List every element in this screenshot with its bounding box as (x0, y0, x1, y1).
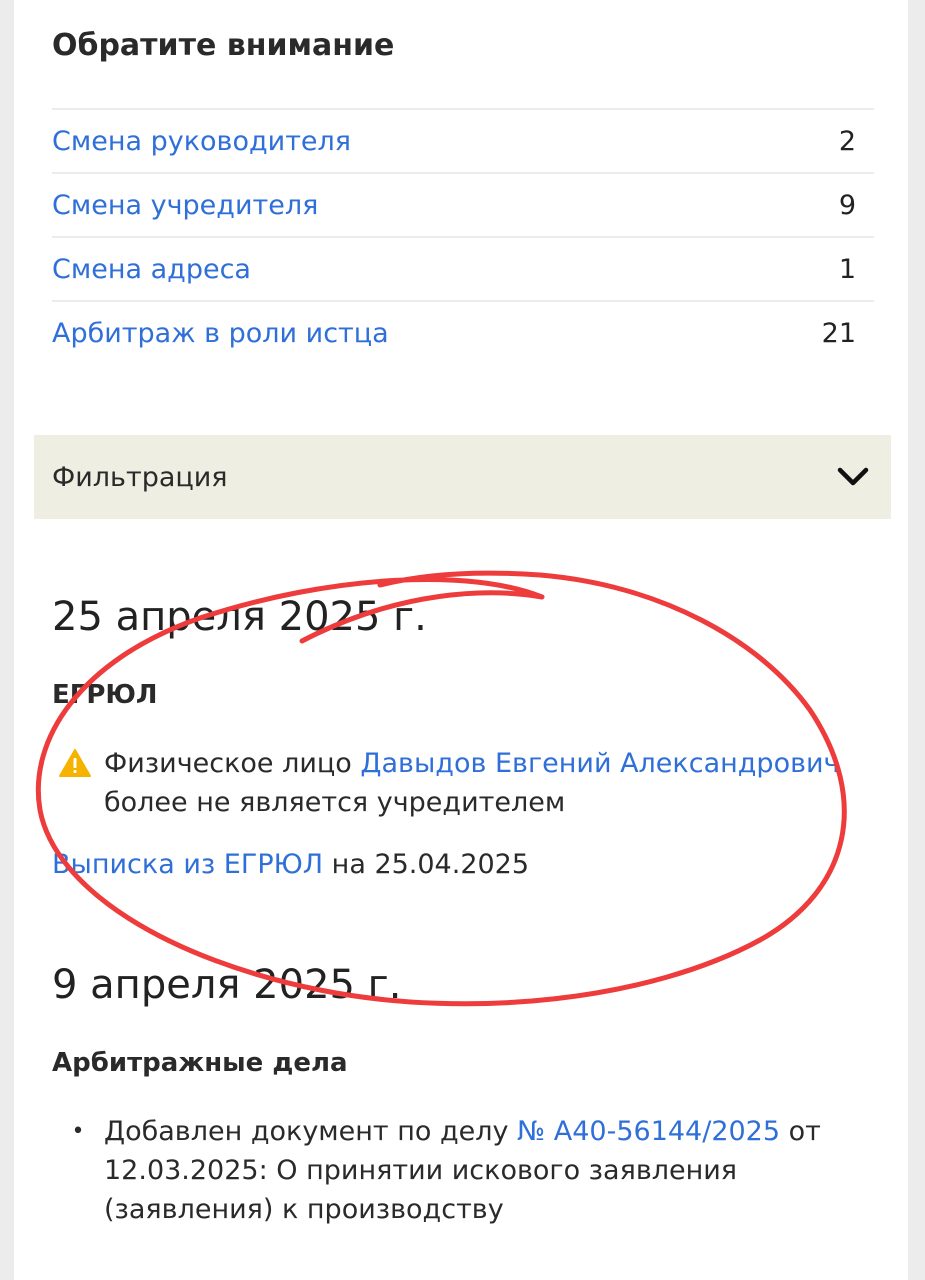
director-change-link[interactable]: Смена руководителя (52, 126, 351, 157)
case-link[interactable]: № А40-56144/2025 (517, 1116, 780, 1147)
address-change-count: 1 (838, 253, 856, 285)
founder-removed-text: Физическое лицо Давыдов Евгений Александ… (104, 744, 840, 822)
company-feed-page: Обратите внимание Смена руководителя 2 С… (14, 0, 908, 1280)
arbitration-plaintiff-link[interactable]: Арбитраж в роли истца (52, 318, 389, 349)
event-section-arbitration: Арбитражные дела (52, 1048, 348, 1078)
attention-title: Обратите внимание (52, 28, 395, 63)
bullet-icon: • (71, 1119, 85, 1144)
filter-toggle[interactable]: Фильтрация (34, 435, 891, 519)
event-section-egrul: ЕГРЮЛ (52, 680, 158, 710)
arbitration-plaintiff-count: 21 (821, 317, 856, 349)
arbitration-events-list: • Добавлен документ по делу № А40-56144/… (52, 1112, 882, 1229)
address-change-link[interactable]: Смена адреса (52, 254, 251, 285)
founder-change-count: 9 (838, 189, 856, 221)
chevron-down-icon (835, 459, 871, 495)
attention-row-founder-change: Смена учредителя 9 (52, 172, 874, 236)
attention-row-director-change: Смена руководителя 2 (52, 108, 874, 172)
director-change-count: 2 (838, 125, 856, 157)
person-link[interactable]: Давыдов Евгений Александрович (360, 748, 839, 779)
arbitration-prefix: Добавлен документ по делу (104, 1116, 518, 1147)
egrul-extract-link[interactable]: Выписка из ЕГРЮЛ (52, 849, 323, 880)
list-item: • Добавлен документ по делу № А40-56144/… (52, 1112, 882, 1229)
egrul-extract-line: Выписка из ЕГРЮЛ на 25.04.2025 (52, 845, 529, 884)
extract-date: на 25.04.2025 (323, 849, 530, 880)
filter-label: Фильтрация (52, 461, 228, 493)
attention-row-arbitration-plaintiff: Арбитраж в роли истца 21 (52, 300, 874, 364)
attention-row-address-change: Смена адреса 1 (52, 236, 874, 300)
event-suffix: более не является учредителем (104, 787, 566, 818)
founder-removed-event: Физическое лицо Давыдов Евгений Александ… (58, 744, 878, 822)
attention-list: Смена руководителя 2 Смена учредителя 9 … (52, 108, 874, 364)
event-prefix: Физическое лицо (104, 748, 361, 779)
event-date-heading: 9 апреля 2025 г. (52, 962, 402, 1008)
warning-icon (59, 749, 91, 777)
event-date-heading: 25 апреля 2025 г. (52, 594, 427, 640)
arbitration-event-text: Добавлен документ по делу № А40-56144/20… (104, 1112, 882, 1229)
founder-change-link[interactable]: Смена учредителя (52, 190, 318, 221)
